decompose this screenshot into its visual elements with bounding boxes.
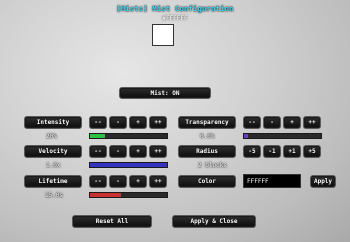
radius-plus-5-button[interactable]: +5 — [303, 145, 321, 158]
transparency-increase-button[interactable]: + — [283, 116, 301, 129]
velocity-decrease-large-button[interactable]: -- — [89, 145, 107, 158]
intensity-decrease-large-button[interactable]: -- — [89, 116, 107, 129]
intensity-value: 20% — [46, 133, 57, 140]
intensity-decrease-button[interactable]: - — [109, 116, 127, 129]
lifetime-bar — [89, 192, 168, 198]
transparency-label: Transparency — [178, 116, 236, 129]
transparency-decrease-button[interactable]: - — [263, 116, 281, 129]
transparency-increase-large-button[interactable]: ++ — [303, 116, 321, 129]
lifetime-label: Lifetime — [24, 175, 82, 188]
velocity-bar — [89, 162, 168, 168]
lifetime-decrease-button[interactable]: - — [109, 175, 127, 188]
intensity-increase-button[interactable]: + — [129, 116, 147, 129]
velocity-increase-large-button[interactable]: ++ — [149, 145, 167, 158]
reset-all-button[interactable]: Reset All — [72, 215, 152, 228]
color-label: Color — [178, 175, 236, 188]
lifetime-value: 15.0s — [45, 192, 64, 199]
velocity-increase-button[interactable]: + — [129, 145, 147, 158]
apply-close-button[interactable]: Apply & Close — [172, 215, 256, 228]
velocity-decrease-button[interactable]: - — [109, 145, 127, 158]
velocity-value: 1.0x — [46, 162, 61, 169]
transparency-decrease-large-button[interactable]: -- — [243, 116, 261, 129]
intensity-bar-fill — [90, 134, 106, 138]
mist-toggle-button[interactable]: Mist: ON — [119, 87, 211, 99]
lifetime-bar-fill — [90, 193, 121, 197]
radius-value: 2 blocks — [198, 162, 227, 169]
radius-plus-1-button[interactable]: +1 — [283, 145, 301, 158]
intensity-increase-large-button[interactable]: ++ — [149, 116, 167, 129]
velocity-label: Velocity — [24, 145, 82, 158]
radius-minus-5-button[interactable]: -5 — [243, 145, 261, 158]
window-title: [Mists] Mist Configuration — [116, 5, 234, 13]
lifetime-increase-button[interactable]: + — [129, 175, 147, 188]
lifetime-decrease-large-button[interactable]: -- — [89, 175, 107, 188]
color-hex-readout: #FFFFFF — [162, 15, 188, 22]
color-apply-button[interactable]: Apply — [310, 175, 336, 188]
radius-label: Radius — [178, 145, 236, 158]
intensity-bar — [89, 133, 168, 139]
color-hex-input[interactable]: FFFFFF — [243, 174, 301, 188]
radius-minus-1-button[interactable]: -1 — [263, 145, 281, 158]
lifetime-increase-large-button[interactable]: ++ — [149, 175, 167, 188]
transparency-bar — [243, 133, 322, 139]
color-preview-swatch — [152, 24, 174, 46]
velocity-bar-fill — [90, 163, 167, 167]
transparency-value: 0.0% — [200, 133, 215, 140]
intensity-label: Intensity — [24, 116, 82, 129]
transparency-bar-fill — [244, 134, 248, 138]
